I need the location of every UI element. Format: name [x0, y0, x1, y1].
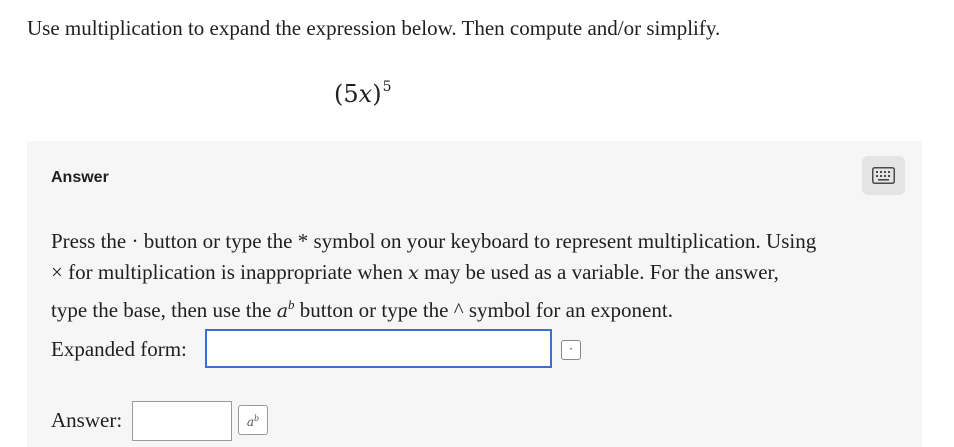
- instructions-line-3-text-a: type the base, then use the: [51, 298, 277, 322]
- multiplication-dot-button[interactable]: ·: [561, 340, 581, 360]
- math-expression: (5x)5: [334, 74, 391, 109]
- expression-close: ): [372, 80, 382, 108]
- instructions-variable: x: [408, 262, 419, 284]
- expanded-form-input[interactable]: [205, 329, 552, 368]
- instructions-line-3: type the base, then use the ab button or…: [51, 289, 911, 327]
- expression-open: (5: [334, 80, 359, 108]
- exponent-button-power: b: [254, 414, 260, 423]
- answer-instructions: Press the · button or type the * symbol …: [51, 226, 911, 327]
- answer-heading: Answer: [51, 169, 109, 186]
- keyboard-icon: [872, 167, 895, 184]
- expanded-form-label: Expanded form:: [51, 337, 187, 361]
- expression-variable: x: [358, 80, 373, 108]
- answer-label: Answer:: [51, 408, 123, 432]
- exponent-button[interactable]: ab: [238, 405, 268, 435]
- instructions-line-1: Press the · button or type the * symbol …: [51, 229, 817, 253]
- question-prompt: Use multiplication to expand the express…: [27, 16, 721, 40]
- instructions-line-2-text-a: × for multiplication is inappropriate wh…: [51, 260, 409, 284]
- expression-exponent: 5: [382, 79, 392, 95]
- instructions-line-2: × for multiplication is inappropriate wh…: [51, 257, 911, 289]
- instructions-exponent-base: a: [276, 300, 289, 322]
- instructions-line-2-text-b: may be used as a variable. For the answe…: [418, 260, 779, 284]
- keyboard-toggle-button[interactable]: [862, 156, 905, 195]
- answer-input[interactable]: [132, 401, 232, 441]
- instructions-line-3-text-b: button or type the ^ symbol for an expon…: [294, 298, 673, 322]
- exponent-button-base: a: [246, 415, 255, 429]
